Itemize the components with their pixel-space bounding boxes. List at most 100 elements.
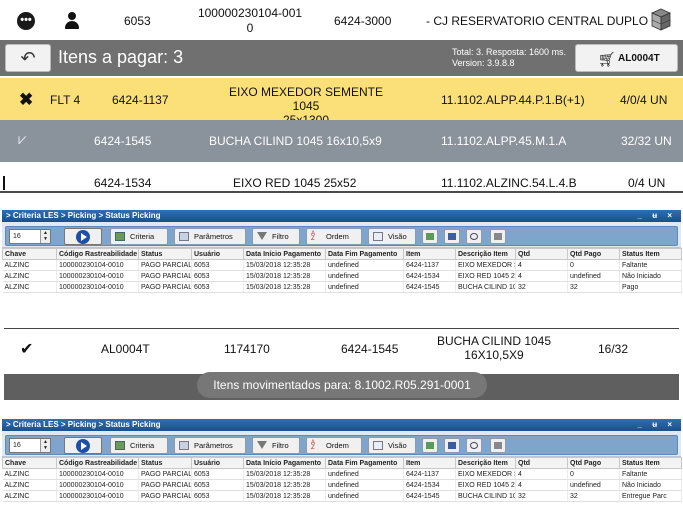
col-data-fim[interactable]: Data Fim Pagamento	[325, 457, 404, 469]
col-status[interactable]: Status	[138, 248, 192, 260]
page-size-spinner[interactable]: 16 ▲ ▼	[9, 438, 51, 453]
parametros-label: Parâmetros	[194, 441, 233, 450]
run-button[interactable]	[64, 437, 102, 454]
col-data-inicio[interactable]: Data Início Pagamento	[243, 457, 326, 469]
col-codigo[interactable]: Código Rastreabilidade	[56, 457, 139, 469]
filtro-button[interactable]: Filtro	[252, 437, 300, 454]
filtro-label: Filtro	[272, 232, 289, 241]
row-qty: 32/32 UN	[621, 134, 672, 148]
visao-label: Visão	[388, 232, 407, 241]
boxes-icon[interactable]	[650, 8, 672, 32]
confirmation-row[interactable]: ✔ AL0004T 1174170 6424-1545 BUCHA CILIND…	[4, 328, 679, 368]
col-usuario[interactable]: Usuário	[191, 457, 244, 469]
col-usuario[interactable]: Usuário	[191, 248, 244, 260]
header-rastreabilidade: 100000230104-001 0	[197, 6, 303, 36]
ordem-button[interactable]: AZ Ordem	[306, 437, 362, 454]
table-row[interactable]: ALZINC 100000230104-0010 PAGO PARCIAL 60…	[2, 479, 682, 491]
moved-toast: Itens movimentados para: 8.1002.R05.291-…	[0, 370, 683, 400]
window-controls[interactable]: _ ʉ ×	[638, 419, 676, 431]
visao-button[interactable]: Visão	[368, 437, 416, 454]
table-row[interactable]: ALZINC 100000230104-0010 PAGO PARCIAL 60…	[2, 270, 682, 282]
refresh-button[interactable]	[466, 229, 482, 244]
cell: Não Iniciado	[619, 270, 682, 282]
cell: ALZINC	[2, 281, 57, 293]
cell: 0	[567, 468, 620, 480]
visao-button[interactable]: Visão	[368, 228, 416, 245]
confirm-desc-line2: 16X10,5X9	[464, 348, 524, 362]
parametros-button[interactable]: Parâmetros	[174, 228, 246, 245]
col-qtd[interactable]: Qtd	[515, 248, 568, 260]
table-row[interactable]: ALZINC 100000230104-0010 PAGO PARCIAL 60…	[2, 259, 682, 271]
criteria-button[interactable]: Criteria	[110, 228, 168, 245]
list-item-done[interactable]: ⩗ 6424-1545 BUCHA CILIND 1045 16x10,5x9 …	[0, 120, 683, 162]
row-location: 11.1102.ALPP.44.P.1.B(+1)	[441, 93, 585, 107]
table-row[interactable]: ALZINC 100000230104-0010 PAGO PARCIAL 60…	[2, 468, 682, 480]
criteria-button[interactable]: Criteria	[110, 437, 168, 454]
parameters-icon	[179, 441, 189, 450]
close-icon[interactable]: ✖	[19, 90, 33, 110]
user-icon[interactable]	[64, 12, 80, 30]
col-chave[interactable]: Chave	[2, 248, 57, 260]
list-item-pending[interactable]: ✖ FLT 4 6424-1137 EIXO MEXEDOR SEMENTE 1…	[0, 78, 683, 127]
page-size-value: 16	[13, 442, 21, 449]
row-qty: 4/0/4 UN	[620, 93, 668, 107]
col-status-item[interactable]: Status Item	[619, 457, 682, 469]
parameters-icon	[179, 232, 189, 241]
save-button[interactable]	[444, 438, 460, 453]
cell: EIXO MEXEDOR S	[455, 468, 516, 480]
cell: Faltante	[619, 259, 682, 271]
export-button[interactable]	[422, 438, 438, 453]
row-item: 6424-1137	[112, 93, 169, 107]
toast-message: Itens movimentados para: 8.1002.R05.291-…	[197, 372, 487, 398]
settings-button[interactable]	[490, 438, 506, 453]
ordem-button[interactable]: AZ Ordem	[306, 228, 362, 245]
filtro-button[interactable]: Filtro	[252, 228, 300, 245]
spinner-arrows-icon[interactable]: ▲ ▼	[40, 230, 50, 243]
status-table: Chave Código Rastreabilidade Status Usuá…	[2, 248, 682, 293]
col-qtd[interactable]: Qtd	[515, 457, 568, 469]
col-status[interactable]: Status	[138, 457, 192, 469]
parametros-button[interactable]: Parâmetros	[174, 437, 246, 454]
filtro-label: Filtro	[272, 441, 289, 450]
col-descricao[interactable]: Descrição Item	[455, 248, 516, 260]
table-row[interactable]: ALZINC 100000230104-0010 PAGO PARCIAL 60…	[2, 490, 682, 502]
list-item-open[interactable]: 6424-1534 EIXO RED 1045 25x52 11.1102.AL…	[0, 162, 683, 204]
toolbar: 16 ▲ ▼ Criteria Parâmetros Filtro AZ Orde…	[2, 431, 681, 457]
col-qtd-pago[interactable]: Qtd Pago	[567, 248, 620, 260]
back-button[interactable]: ↶	[5, 44, 51, 72]
col-chave[interactable]: Chave	[2, 457, 57, 469]
picking-status-bar: ↶ Itens a pagar: 3 Total: 3. Resposta: 1…	[0, 40, 683, 76]
cell: 6424-1137	[403, 259, 456, 271]
col-codigo[interactable]: Código Rastreabilidade	[56, 248, 139, 260]
cell: BUCHA CILIND 10	[455, 490, 516, 502]
response-info: Total: 3. Resposta: 1600 ms. Version: 3.…	[452, 47, 566, 69]
cell: Faltante	[619, 468, 682, 480]
col-data-fim[interactable]: Data Fim Pagamento	[325, 248, 404, 260]
sort-az-icon: AZ	[311, 440, 316, 451]
window-controls[interactable]: _ ʉ ×	[638, 210, 676, 222]
cell: 100000230104-0010	[56, 479, 139, 491]
col-item[interactable]: Item	[403, 457, 456, 469]
confirm-item: 6424-1545	[341, 342, 399, 356]
col-qtd-pago[interactable]: Qtd Pago	[567, 457, 620, 469]
cell: EIXO RED 1045 2	[455, 270, 516, 282]
cart-button[interactable]: 🛒︎ AL0004T	[575, 44, 678, 72]
refresh-button[interactable]	[466, 438, 482, 453]
table-row[interactable]: ALZINC 100000230104-0010 PAGO PARCIAL 60…	[2, 281, 682, 293]
spinner-arrows-icon[interactable]: ▲ ▼	[40, 439, 50, 452]
cell: 6424-1137	[403, 468, 456, 480]
col-item[interactable]: Item	[403, 248, 456, 260]
run-button[interactable]	[64, 228, 102, 245]
export-button[interactable]	[422, 229, 438, 244]
page-size-spinner[interactable]: 16 ▲ ▼	[9, 229, 51, 244]
breadcrumb: > Criteria LES > Picking > Status Pickin…	[6, 420, 161, 429]
col-descricao[interactable]: Descrição Item	[455, 457, 516, 469]
col-data-inicio[interactable]: Data Início Pagamento	[243, 248, 326, 260]
settings-button[interactable]	[490, 229, 506, 244]
ellipsis-icon[interactable]: •••	[17, 12, 35, 30]
check-icon: ✔	[20, 341, 34, 358]
cell: undefined	[325, 270, 404, 282]
save-button[interactable]	[444, 229, 460, 244]
cell: Não Iniciado	[619, 479, 682, 491]
col-status-item[interactable]: Status Item	[619, 248, 682, 260]
